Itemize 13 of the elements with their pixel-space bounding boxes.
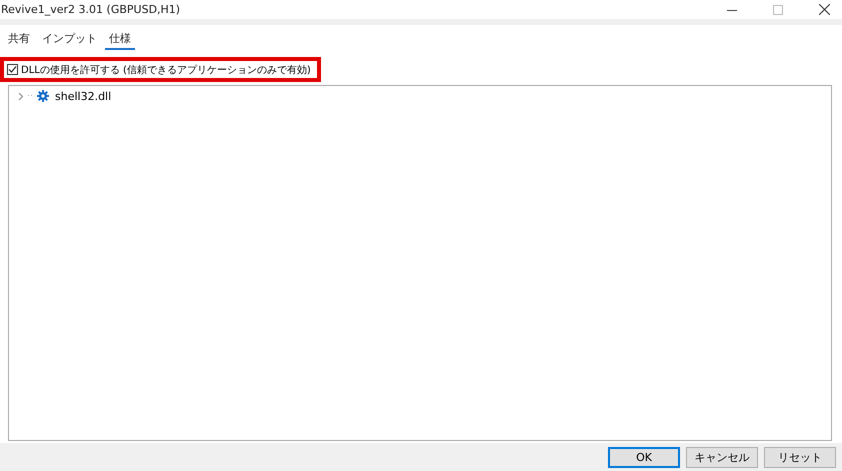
tab[interactable]: インプット [38, 31, 101, 50]
tab[interactable]: 仕様 [105, 31, 135, 50]
expand-caret-icon[interactable] [17, 92, 24, 100]
gear-icon [37, 90, 49, 102]
checkbox-label[interactable]: DLLの使用を許可する (信頼できるアプリケーションのみで有効) [21, 62, 311, 76]
close-icon[interactable] [819, 4, 830, 15]
tab[interactable]: 共有 [4, 31, 34, 50]
window-title: Revive1_ver2 3.01 (GBPUSD,H1) [1, 3, 180, 16]
checkbox[interactable] [7, 64, 18, 75]
dialog-button[interactable]: キャンセル [686, 446, 758, 468]
dialog-button[interactable]: リセット [764, 446, 836, 468]
dialog-button[interactable]: OK [608, 446, 680, 468]
tree-item[interactable]: shell32.dll [55, 90, 112, 102]
